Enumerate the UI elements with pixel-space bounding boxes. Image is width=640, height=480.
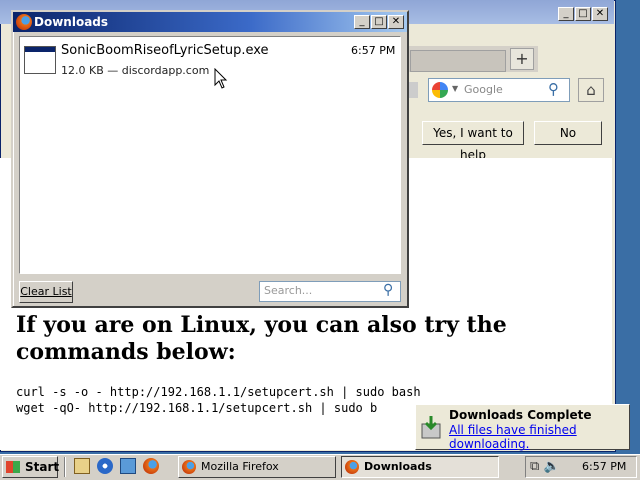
notification-title: Downloads Complete xyxy=(449,408,592,422)
network-icon[interactable] xyxy=(120,458,136,474)
taskbar-firefox-button[interactable]: Mozilla Firefox xyxy=(178,456,336,478)
windows-logo-icon xyxy=(6,461,20,473)
minimize-button[interactable]: _ xyxy=(354,15,370,29)
taskbar-downloads-button[interactable]: Downloads xyxy=(341,456,499,478)
firefox-icon xyxy=(182,460,196,474)
yes-help-button[interactable]: Yes, I want to help xyxy=(422,121,524,162)
tray-icons[interactable]: ⧉ 🔈 xyxy=(530,459,570,475)
volume-icon[interactable]: 🔈 xyxy=(543,459,559,474)
firefox-icon xyxy=(345,460,359,474)
firefox-minimize-button[interactable]: _ xyxy=(558,7,574,21)
download-complete-icon xyxy=(421,416,441,439)
internet-explorer-icon[interactable] xyxy=(97,458,113,474)
window-title: Downloads xyxy=(34,15,109,29)
no-button[interactable]: No xyxy=(534,121,602,145)
search-placeholder: Search... xyxy=(264,284,313,297)
firefox-close-button[interactable]: ✕ xyxy=(592,7,608,21)
clear-list-button[interactable]: Clear List xyxy=(19,281,73,303)
mouse-cursor-icon xyxy=(214,68,228,89)
firefox-logo-icon xyxy=(16,14,32,30)
command-line: wget -qO- http://192.168.1.1/setupcert.s… xyxy=(16,401,378,415)
magnifier-icon[interactable]: ⚲ xyxy=(548,80,559,98)
notification-link[interactable]: All files have finished downloading. xyxy=(449,423,640,451)
command-line: curl -s -o - http://192.168.1.1/setupcer… xyxy=(16,385,421,399)
firefox-maximize-button[interactable]: □ xyxy=(575,7,591,21)
taskbar-divider xyxy=(64,457,66,477)
tab-item[interactable] xyxy=(410,50,506,72)
magnifier-icon[interactable]: ⚲ xyxy=(383,282,393,298)
download-filename: SonicBoomRiseofLyricSetup.exe xyxy=(61,43,269,58)
maximize-button[interactable]: □ xyxy=(371,15,387,29)
toolbar-button[interactable] xyxy=(408,82,418,98)
download-meta: 12.0 KB — discordapp.com xyxy=(61,64,210,77)
home-icon: ⌂ xyxy=(586,81,596,99)
chevron-down-icon[interactable]: ▼ xyxy=(452,84,458,93)
home-button[interactable]: ⌂ xyxy=(578,78,604,102)
network-tray-icon[interactable]: ⧉ xyxy=(530,459,539,474)
new-tab-button[interactable]: + xyxy=(510,48,534,70)
close-button[interactable]: ✕ xyxy=(388,15,404,29)
search-placeholder: Google xyxy=(464,83,503,96)
google-engine-icon[interactable] xyxy=(432,82,448,98)
page-heading: If you are on Linux, you can also try th… xyxy=(16,312,507,365)
firefox-quicklaunch-icon[interactable] xyxy=(143,458,159,474)
file-icon-titlebar xyxy=(25,47,55,52)
show-desktop-icon[interactable] xyxy=(74,458,90,474)
download-time: 6:57 PM xyxy=(351,44,396,57)
taskbar-clock[interactable]: 6:57 PM xyxy=(582,460,626,473)
